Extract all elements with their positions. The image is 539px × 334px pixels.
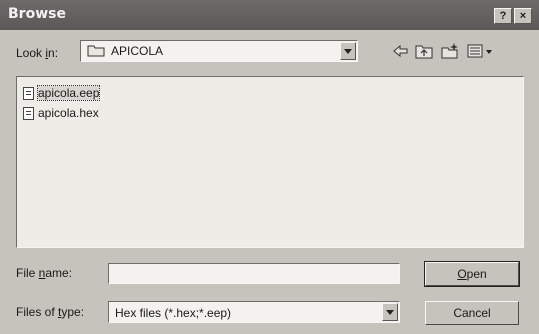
- list-item[interactable]: apicola.eep: [23, 85, 101, 101]
- file-icon: [23, 86, 34, 100]
- browse-dialog: Browse ? × Look in: APICOLA apicola.eep: [0, 0, 539, 334]
- back-arrow-icon[interactable]: [390, 42, 410, 60]
- help-button[interactable]: ?: [494, 8, 512, 24]
- file-name: apicola.eep: [36, 85, 101, 101]
- look-in-dropdown-button[interactable]: [340, 42, 356, 60]
- files-of-type-label: Files of type:: [16, 305, 85, 319]
- list-item[interactable]: apicola.hex: [23, 105, 99, 121]
- open-button[interactable]: Open: [424, 261, 520, 287]
- chevron-down-icon: [386, 310, 394, 315]
- file-icon: [23, 106, 34, 120]
- close-button[interactable]: ×: [514, 8, 532, 24]
- files-of-type-value: Hex files (*.hex;*.eep): [115, 306, 232, 320]
- folder-icon: [87, 45, 105, 57]
- file-name: apicola.hex: [38, 106, 99, 120]
- look-in-combo[interactable]: APICOLA: [80, 40, 358, 62]
- title-bar[interactable]: Browse ? ×: [0, 0, 539, 30]
- look-in-value: APICOLA: [111, 44, 164, 58]
- file-name-label: File name:: [16, 266, 73, 280]
- look-in-label: Look in:: [16, 46, 59, 60]
- window-title: Browse: [8, 6, 66, 22]
- files-of-type-dropdown-button[interactable]: [382, 303, 398, 321]
- view-menu-icon[interactable]: [466, 42, 494, 60]
- new-folder-icon[interactable]: [440, 42, 460, 60]
- cancel-button[interactable]: Cancel: [425, 301, 519, 325]
- up-folder-icon[interactable]: [414, 42, 434, 60]
- file-name-field[interactable]: [108, 263, 400, 284]
- chevron-down-icon: [344, 49, 352, 54]
- files-of-type-select[interactable]: Hex files (*.hex;*.eep): [108, 301, 400, 323]
- file-list[interactable]: apicola.eep apicola.hex: [16, 76, 524, 248]
